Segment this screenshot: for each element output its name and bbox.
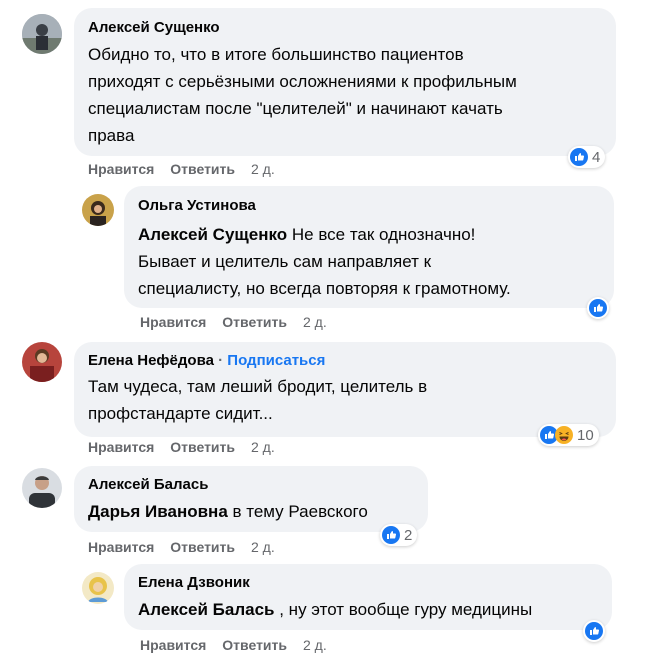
reply-button[interactable]: Ответить — [222, 637, 287, 653]
like-button[interactable]: Нравится — [88, 439, 154, 455]
reaction-count: 4 — [592, 148, 601, 166]
comment-text-line: специалисту, но всегда повторяя к грамот… — [138, 279, 511, 298]
reaction-count: 2 — [404, 526, 413, 544]
haha-icon — [555, 426, 573, 444]
like-icon — [382, 526, 400, 544]
reactions-summary[interactable] — [587, 297, 609, 319]
timestamp[interactable]: 2 д. — [251, 539, 275, 555]
mention-link[interactable]: Дарья Ивановна — [88, 502, 228, 521]
avatar[interactable] — [82, 194, 114, 226]
comment-author-line: Елена Нефёдова · Подписаться — [88, 351, 602, 371]
avatar[interactable] — [22, 14, 62, 54]
comment-text-line: Бывает и целитель сам направляет к — [138, 252, 432, 271]
timestamp[interactable]: 2 д. — [303, 314, 327, 330]
comment-text-line: специалистам после "целителей" и начинаю… — [88, 99, 503, 118]
avatar[interactable] — [82, 572, 114, 604]
timestamp[interactable]: 2 д. — [303, 637, 327, 653]
timestamp[interactable]: 2 д. — [251, 161, 275, 177]
comment-bubble: Алексей Сущенко Обидно то, что в итоге б… — [74, 8, 616, 156]
like-icon — [589, 299, 607, 317]
comment-author[interactable]: Алексей Балась — [88, 475, 414, 495]
like-button[interactable]: Нравится — [88, 161, 154, 177]
avatar-photo — [82, 572, 114, 604]
comment-text-line: права — [88, 126, 135, 145]
avatar-photo — [22, 468, 62, 508]
avatar-photo — [22, 14, 62, 54]
reply-button[interactable]: Ответить — [222, 314, 287, 330]
comment-author[interactable]: Елена Дзвоник — [138, 573, 598, 593]
like-button[interactable]: Нравится — [140, 637, 206, 653]
comment-author[interactable]: Елена Нефёдова — [88, 352, 214, 369]
reactions-summary[interactable]: 4 — [568, 146, 606, 168]
comment-bubble: Алексей Балась Дарья Ивановна в тему Рае… — [74, 466, 428, 532]
comment-bubble: Елена Нефёдова · Подписаться Там чудеса,… — [74, 342, 616, 437]
comment-actions: Нравится Ответить 2 д. — [88, 439, 291, 455]
comment-text-line: профстандарте сидит... — [88, 404, 273, 423]
reactions-summary[interactable]: 10 — [538, 424, 599, 446]
reaction-count: 10 — [577, 426, 594, 444]
reply-button[interactable]: Ответить — [170, 161, 235, 177]
like-button[interactable]: Нравится — [88, 539, 154, 555]
comment-bubble: Ольга Устинова Алексей Сущенко Не все та… — [124, 186, 614, 308]
comment-text-line: Там чудеса, там леший бродит, целитель в — [88, 377, 428, 396]
mention-link[interactable]: Алексей Балась — [138, 600, 275, 619]
avatar-photo — [22, 342, 62, 382]
avatar[interactable] — [22, 468, 62, 508]
reply-button[interactable]: Ответить — [170, 439, 235, 455]
comment-actions: Нравится Ответить 2 д. — [88, 161, 291, 177]
comment-text-line: , ну этот вообще гуру медицины — [274, 600, 533, 619]
comment-text-line: в тему Раевского — [227, 502, 368, 521]
like-button[interactable]: Нравится — [140, 314, 206, 330]
avatar[interactable] — [22, 342, 62, 382]
reactions-summary[interactable] — [583, 620, 605, 642]
avatar-photo — [82, 194, 114, 226]
comment-author[interactable]: Ольга Устинова — [138, 196, 600, 216]
separator-dot: · — [218, 352, 224, 369]
like-icon — [570, 148, 588, 166]
comment-author[interactable]: Алексей Сущенко — [88, 18, 602, 38]
comment-text-line: Не все так однозначно! — [287, 225, 476, 244]
mention-link[interactable]: Алексей Сущенко — [138, 225, 287, 244]
comment-text-line: Обидно то, что в итоге большинство пацие… — [88, 45, 464, 64]
like-icon — [585, 622, 603, 640]
reactions-summary[interactable]: 2 — [380, 524, 418, 546]
follow-button[interactable]: Подписаться — [227, 352, 325, 369]
comment-bubble: Елена Дзвоник Алексей Балась , ну этот в… — [124, 564, 612, 630]
reply-button[interactable]: Ответить — [170, 539, 235, 555]
comment-actions: Нравится Ответить 2 д. — [140, 637, 343, 653]
comment-actions: Нравится Ответить 2 д. — [140, 314, 343, 330]
comment-text-line: приходят с серьёзными осложнениями к про… — [88, 72, 517, 91]
comment-actions: Нравится Ответить 2 д. — [88, 539, 291, 555]
timestamp[interactable]: 2 д. — [251, 439, 275, 455]
